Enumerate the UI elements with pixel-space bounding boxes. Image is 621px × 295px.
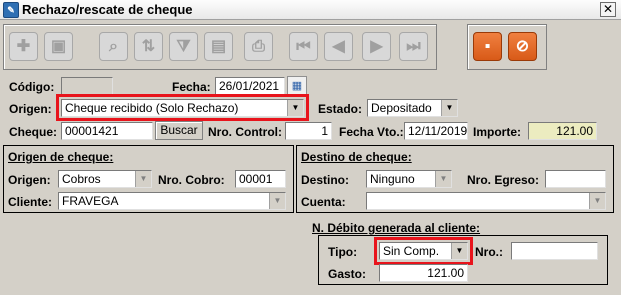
cuenta-select: ▼ bbox=[366, 192, 606, 210]
clipboard-icon: ▤ bbox=[210, 38, 227, 55]
cliente-label: Cliente: bbox=[8, 195, 53, 209]
nro-field[interactable] bbox=[511, 242, 598, 260]
add-button[interactable]: ✚ bbox=[9, 32, 38, 61]
add-icon: ✚ bbox=[16, 38, 31, 55]
chevron-down-icon: ▼ bbox=[589, 193, 605, 209]
fecha-field[interactable]: 26/01/2021 bbox=[215, 77, 285, 95]
nro-cobro-field: 00001 bbox=[235, 170, 286, 188]
origen-cheque-group: Origen de cheque: Origen: Cobros ▼ Nro. … bbox=[3, 145, 294, 213]
first-icon: ⏮ bbox=[296, 38, 311, 55]
cliente-select: FRAVEGA ▼ bbox=[58, 192, 286, 210]
highlight-tipo bbox=[374, 237, 473, 265]
estado-value: Depositado bbox=[371, 101, 432, 115]
cuenta-label: Cuenta: bbox=[301, 195, 346, 209]
clipboard-button[interactable]: ▤ bbox=[204, 32, 233, 61]
origen-cheque-origen-label: Origen: bbox=[8, 173, 51, 187]
gasto-field[interactable]: 121.00 bbox=[379, 264, 468, 282]
print-icon: ⎙ bbox=[252, 38, 265, 55]
nro-egreso-label: Nro. Egreso: bbox=[467, 173, 540, 187]
estado-label: Estado: bbox=[318, 102, 363, 116]
title-bar: ✎ Rechazo/rescate de cheque ✕ bbox=[0, 0, 621, 20]
codigo-field bbox=[61, 77, 113, 95]
destino-cheque-group: Destino de cheque: Destino: Ninguno ▼ Nr… bbox=[296, 145, 614, 213]
importe-field: 121.00 bbox=[528, 122, 597, 140]
calendar-icon: ▦ bbox=[291, 80, 303, 92]
sort-icon: ⇅ bbox=[141, 38, 156, 55]
toolbar-main: ✚ ▣ ⌕ ⇅ ⧩ ▤ ⎙ ⏮ ◀ ▶ ⏭ bbox=[3, 24, 437, 70]
origen-cheque-select: Cobros ▼ bbox=[58, 170, 152, 188]
app-icon: ✎ bbox=[3, 2, 19, 18]
chevron-down-icon: ▼ bbox=[135, 171, 151, 187]
nro-control-label: Nro. Control: bbox=[208, 125, 282, 139]
destino-select: Ninguno ▼ bbox=[366, 170, 452, 188]
fecha-vto-label: Fecha Vto.: bbox=[339, 125, 404, 139]
sort-button[interactable]: ⇅ bbox=[134, 32, 163, 61]
filter-button[interactable]: ⧩ bbox=[169, 32, 198, 61]
next-icon: ▶ bbox=[370, 38, 383, 55]
toolbar-actions: ▪ ⊘ bbox=[467, 24, 547, 70]
filter-icon: ⧩ bbox=[176, 38, 191, 55]
search-button[interactable]: ⌕ bbox=[99, 32, 128, 61]
delete-icon: ▣ bbox=[50, 38, 67, 55]
destino-value: Ninguno bbox=[370, 172, 415, 186]
origen-cheque-value: Cobros bbox=[62, 172, 101, 186]
fecha-label: Fecha: bbox=[172, 80, 211, 94]
codigo-label: Código: bbox=[9, 80, 55, 94]
nro-egreso-field bbox=[545, 170, 606, 188]
save-button[interactable]: ▪ bbox=[473, 32, 502, 61]
nd-cliente-title: N. Débito generada al cliente: bbox=[312, 221, 481, 235]
chevron-down-icon: ▼ bbox=[269, 193, 285, 209]
buscar-button[interactable]: Buscar bbox=[155, 121, 203, 140]
prev-button[interactable]: ◀ bbox=[324, 32, 353, 61]
origen-label: Origen: bbox=[9, 102, 52, 116]
cancel-icon: ⊘ bbox=[515, 38, 530, 55]
first-button[interactable]: ⏮ bbox=[289, 32, 318, 61]
highlight-origen bbox=[56, 94, 309, 121]
chevron-down-icon[interactable]: ▼ bbox=[441, 100, 457, 116]
prev-icon: ◀ bbox=[332, 38, 345, 55]
destino-cheque-title: Destino de cheque: bbox=[301, 150, 412, 164]
origen-cheque-title: Origen de cheque: bbox=[8, 150, 114, 164]
cancel-button[interactable]: ⊘ bbox=[508, 32, 537, 61]
cliente-value: FRAVEGA bbox=[62, 194, 119, 208]
calendar-button[interactable]: ▦ bbox=[287, 76, 307, 96]
next-button[interactable]: ▶ bbox=[362, 32, 391, 61]
nro-control-field: 1 bbox=[285, 122, 332, 140]
nro-cobro-label: Nro. Cobro: bbox=[158, 173, 225, 187]
importe-label: Importe: bbox=[473, 125, 521, 139]
close-button[interactable]: ✕ bbox=[600, 2, 616, 17]
window-title: Rechazo/rescate de cheque bbox=[22, 2, 193, 17]
chevron-down-icon: ▼ bbox=[435, 171, 451, 187]
cheque-label: Cheque: bbox=[9, 125, 57, 139]
fecha-vto-field: 12/11/2019 bbox=[404, 122, 468, 140]
nd-cliente-group: Tipo: Sin Comp. ▼ Nro.: Gasto: 121.00 bbox=[318, 235, 608, 285]
search-icon: ⌕ bbox=[109, 38, 118, 55]
tipo-label: Tipo: bbox=[328, 245, 358, 259]
estado-select[interactable]: Depositado ▼ bbox=[367, 99, 458, 117]
last-button[interactable]: ⏭ bbox=[399, 32, 428, 61]
last-icon: ⏭ bbox=[406, 38, 421, 55]
delete-button[interactable]: ▣ bbox=[44, 32, 73, 61]
nro-label: Nro.: bbox=[475, 245, 503, 259]
print-button[interactable]: ⎙ bbox=[244, 32, 273, 61]
cheque-field[interactable]: 00001421 bbox=[61, 122, 153, 140]
gasto-label: Gasto: bbox=[328, 267, 367, 281]
save-icon: ▪ bbox=[484, 38, 491, 55]
destino-label: Destino: bbox=[301, 173, 349, 187]
